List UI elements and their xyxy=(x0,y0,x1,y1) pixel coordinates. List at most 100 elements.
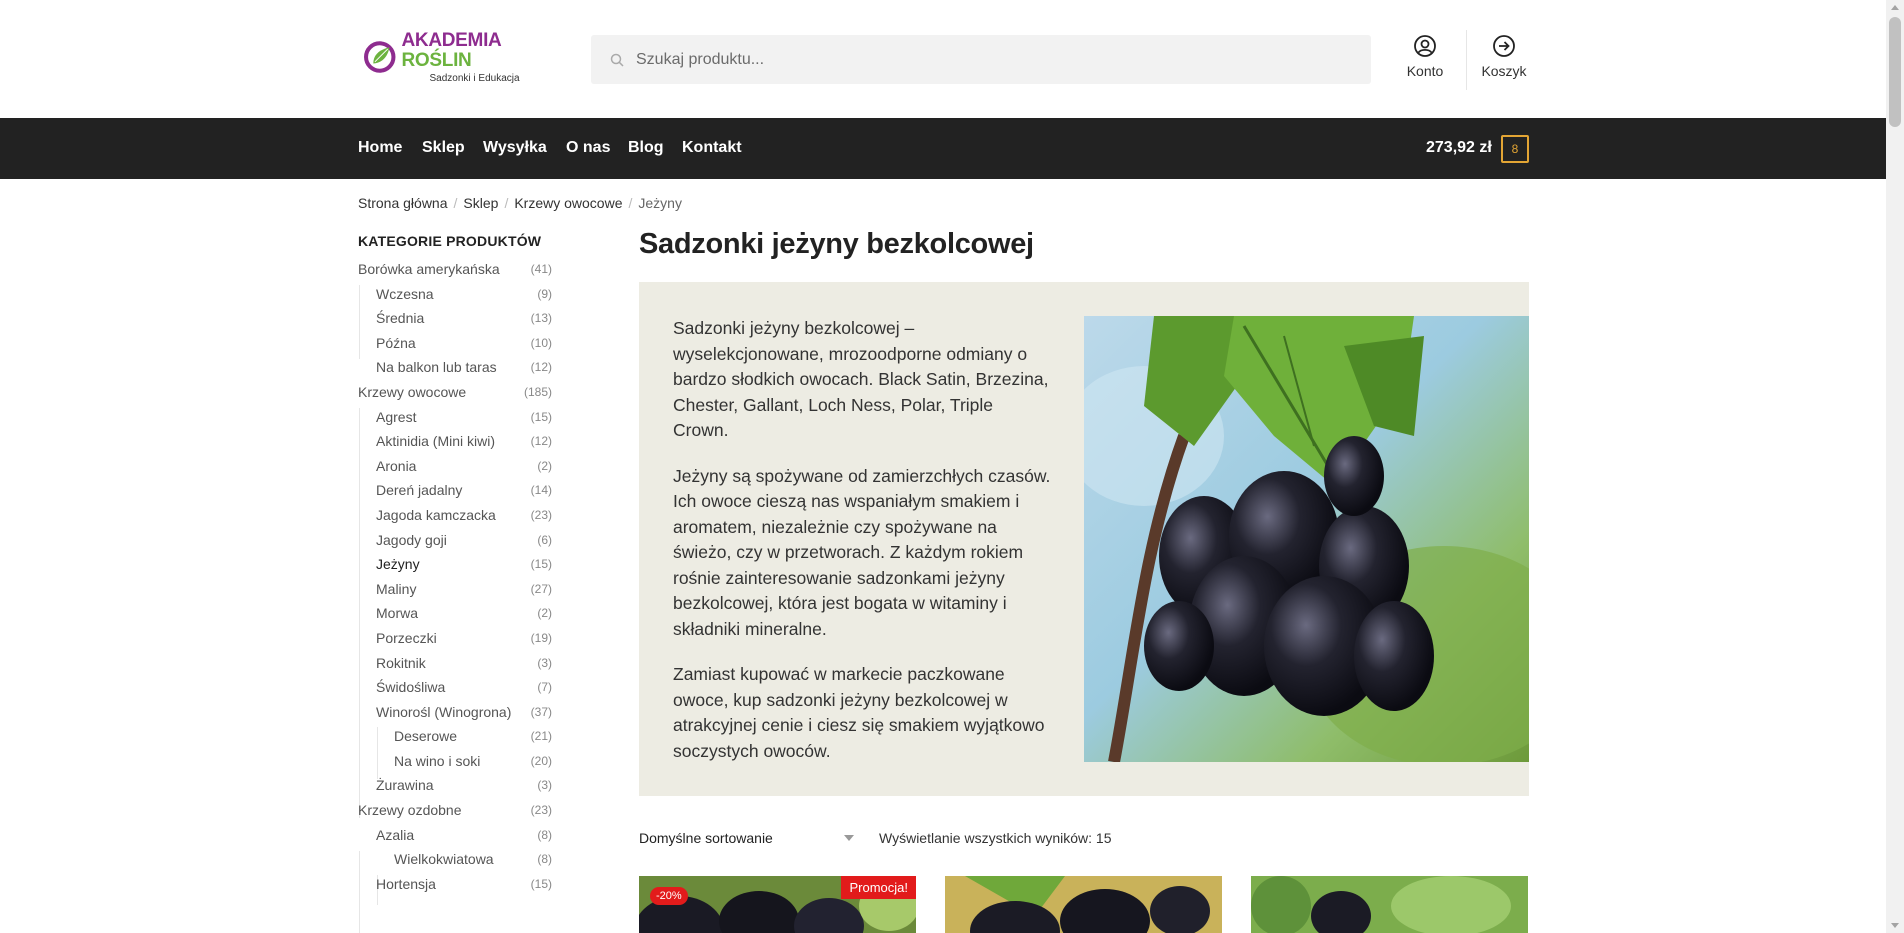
product-card[interactable] xyxy=(945,876,1222,933)
sidebar-heading: KATEGORIE PRODUKTÓW xyxy=(358,233,542,249)
category-label: Późna xyxy=(376,334,416,351)
logo-tagline: Sadzonki i Edukacja xyxy=(429,72,520,84)
category-count: (21) xyxy=(530,729,552,744)
category-label: Wczesna xyxy=(376,285,434,302)
sidebar-category-item[interactable]: Późna (10) xyxy=(358,335,554,360)
category-label: Świdośliwa xyxy=(376,679,446,696)
sidebar-category-item[interactable]: Porzeczki (19) xyxy=(358,630,554,655)
result-count: Wyświetlanie wszystkich wyników: 15 xyxy=(879,830,1112,846)
category-list: Borówka amerykańska (41) Wczesna (9) Średnia… xyxy=(358,261,554,933)
nav-item-o-nas[interactable]: O nas xyxy=(566,139,610,157)
cart-total[interactable]: 273,92 zł xyxy=(1426,139,1492,157)
sale-badge: Promocja! xyxy=(841,876,916,899)
sidebar-category-item[interactable]: Aktinidia (Mini kiwi) (12) xyxy=(358,433,554,458)
sidebar-category-item[interactable]: Na balkon lub taras (12) xyxy=(358,359,554,384)
breadcrumb-home[interactable]: Strona główna xyxy=(358,195,448,211)
sidebar-category-item[interactable]: Jagoda kamczacka (23) xyxy=(358,507,554,532)
sidebar-category-item[interactable]: Hortensja (15) xyxy=(358,876,554,901)
sort-dropdown[interactable]: Domyślne sortowanie xyxy=(639,830,854,846)
account-link[interactable]: Konto xyxy=(1390,34,1460,79)
nav-item-home[interactable]: Home xyxy=(358,139,402,157)
category-count: (41) xyxy=(530,262,552,276)
sidebar-category-item[interactable]: Morwa (2) xyxy=(358,605,554,630)
sidebar-category-item[interactable]: Jeżyny (15) xyxy=(358,556,554,581)
category-count: (9) xyxy=(537,286,552,301)
category-count: (15) xyxy=(530,876,552,891)
logo-title-part1: AKADEMIA xyxy=(401,29,501,51)
category-label: Porzeczki xyxy=(376,629,437,646)
breadcrumb: Strona główna / Sklep / Krzewy owocowe / Jeżyn… xyxy=(358,195,682,211)
sidebar-category-item[interactable]: Na wino i soki (20) xyxy=(358,753,554,778)
sidebar-category-item[interactable]: Krzewy ozdobne (23) xyxy=(358,802,554,827)
description-text: Sadzonki jeżyny bezkolcowej – wyselekcjo… xyxy=(673,316,1053,784)
breadcrumb-separator: / xyxy=(628,195,633,211)
cart-link[interactable]: Koszyk xyxy=(1469,34,1539,79)
category-count: (8) xyxy=(537,827,552,842)
category-label: Azalia xyxy=(376,826,415,843)
main-navigation: Home Sklep Wysyłka O nas Blog Kontakt 27… xyxy=(0,118,1886,179)
logo-text: AKADEMIA ROŚLIN Sadzonki i Edukacja xyxy=(401,29,542,84)
nav-item-sklep[interactable]: Sklep xyxy=(422,139,465,157)
category-count: (7) xyxy=(537,680,552,695)
description-paragraph: Jeżyny są spożywane od zamierzchłych cza… xyxy=(673,465,1051,639)
description-paragraph: Sadzonki jeżyny bezkolcowej – wyselekcjo… xyxy=(673,318,1049,440)
category-count: (13) xyxy=(530,311,552,326)
product-image xyxy=(1251,876,1528,933)
category-description: Sadzonki jeżyny bezkolcowej – wyselekcjo… xyxy=(639,282,1529,796)
category-count: (3) xyxy=(537,655,552,670)
category-label: Aronia xyxy=(376,457,417,474)
site-logo[interactable]: AKADEMIA ROŚLIN Sadzonki i Edukacja xyxy=(362,30,542,84)
sidebar-category-item[interactable]: Świdośliwa (7) xyxy=(358,679,554,704)
cart-count-badge[interactable]: 8 xyxy=(1501,135,1529,163)
product-card[interactable] xyxy=(1251,876,1528,933)
category-count: (3) xyxy=(537,778,552,793)
product-categories-sidebar: KATEGORIE PRODUKTÓW Borówka amerykańska (… xyxy=(358,233,554,933)
sidebar-category-item[interactable]: Rokitnik (3) xyxy=(358,655,554,680)
sidebar-category-item[interactable]: Deserowe (21) xyxy=(358,728,554,753)
category-label: Aktinidia (Mini kiwi) xyxy=(376,433,496,450)
scroll-up-icon[interactable] xyxy=(1891,5,1899,10)
category-count: (10) xyxy=(530,335,552,350)
user-circle-icon xyxy=(1414,35,1436,57)
scrollbar-thumb[interactable] xyxy=(1889,17,1901,127)
nav-item-blog[interactable]: Blog xyxy=(628,139,664,157)
page-scrollbar[interactable] xyxy=(1886,0,1904,933)
category-count: (6) xyxy=(537,532,552,547)
search-input[interactable] xyxy=(636,50,1336,69)
product-card[interactable]: -20% Promocja! xyxy=(639,876,916,933)
scroll-down-icon[interactable] xyxy=(1891,923,1899,928)
nav-item-kontakt[interactable]: Kontakt xyxy=(682,139,742,157)
category-label: Średnia xyxy=(376,310,425,327)
category-count: (37) xyxy=(530,704,552,719)
breadcrumb-shop[interactable]: Sklep xyxy=(463,195,498,211)
sidebar-category-item[interactable]: Krzewy owocowe (185) xyxy=(358,384,554,409)
sidebar-category-item[interactable]: Borówka amerykańska (41) xyxy=(358,261,554,286)
category-label: Jeżyny xyxy=(376,556,420,573)
category-label: Jagoda kamczacka xyxy=(376,506,496,523)
search-icon xyxy=(610,53,624,67)
sidebar-category-item[interactable]: Żurawina (3) xyxy=(358,777,554,802)
description-paragraph: Zamiast kupować w markecie paczkowane ow… xyxy=(673,664,1045,761)
logo-title-part2: ROŚLIN xyxy=(401,49,472,71)
nav-item-wysylka[interactable]: Wysyłka xyxy=(483,139,547,157)
category-label: Wielkokwiatowa xyxy=(394,851,494,868)
breadcrumb-category[interactable]: Krzewy owocowe xyxy=(514,195,622,211)
breadcrumb-current: Jeżyny xyxy=(638,195,682,211)
sidebar-category-item[interactable]: Azalia (8) xyxy=(358,827,554,852)
leaf-logo-icon xyxy=(364,41,396,73)
sidebar-category-item[interactable]: Aronia (2) xyxy=(358,458,554,483)
category-label: Borówka amerykańska xyxy=(358,261,500,277)
sidebar-category-item[interactable]: Dereń jadalny (14) xyxy=(358,482,554,507)
sidebar-category-item[interactable]: Jagody goji (6) xyxy=(358,532,554,557)
sidebar-category-item[interactable]: Agrest (15) xyxy=(358,409,554,434)
category-label: Na wino i soki xyxy=(394,752,481,769)
discount-badge: -20% xyxy=(650,887,688,905)
breadcrumb-separator: / xyxy=(504,195,509,211)
sidebar-category-item[interactable]: Winorośl (Winogrona) (37) xyxy=(358,704,554,729)
sidebar-category-item[interactable]: Średnia (13) xyxy=(358,310,554,335)
sidebar-category-item[interactable]: Maliny (27) xyxy=(358,581,554,606)
sidebar-category-item[interactable]: Wczesna (9) xyxy=(358,286,554,311)
sidebar-category-item[interactable]: Wielkokwiatowa (8) xyxy=(358,851,554,876)
category-count: (2) xyxy=(537,606,552,621)
category-label: Maliny xyxy=(376,580,417,597)
